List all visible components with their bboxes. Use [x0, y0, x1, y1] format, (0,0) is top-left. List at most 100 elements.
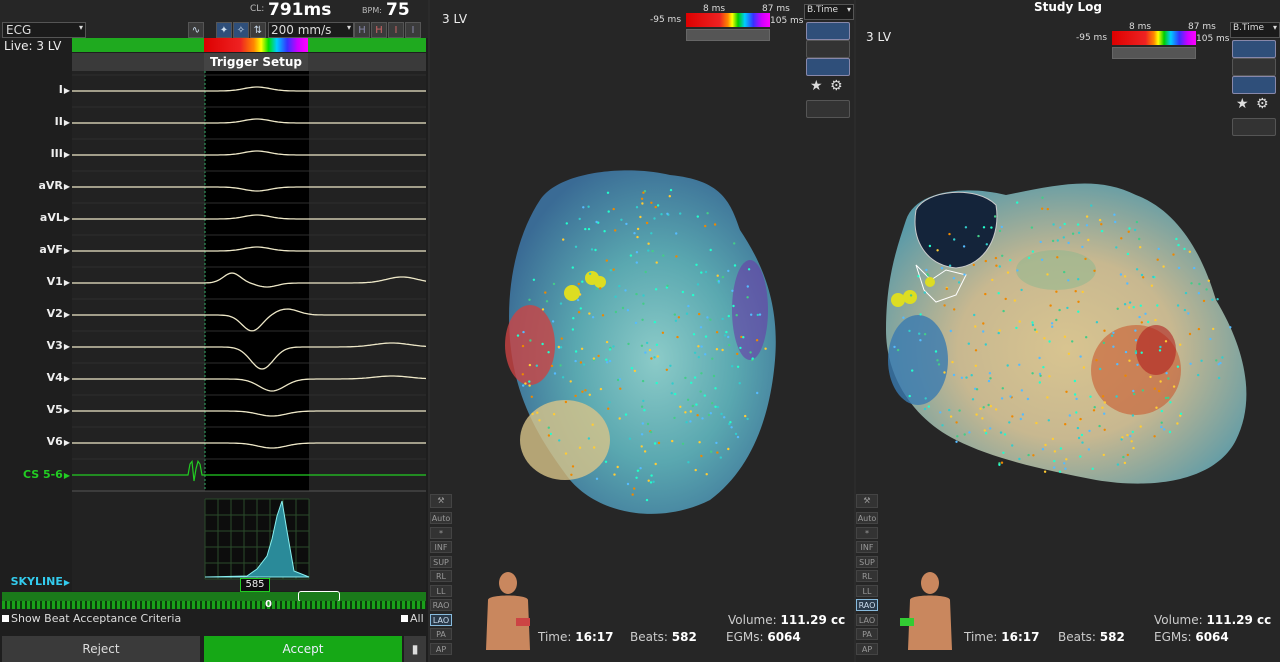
beat-strip-bottom[interactable] — [2, 601, 426, 609]
lead-label-v3[interactable]: V3▶ — [0, 339, 70, 352]
anatomy-map-left[interactable] — [430, 0, 854, 662]
view-button-auto[interactable]: Auto — [856, 512, 878, 524]
speed-select[interactable]: 200 mm/s ▾ — [268, 22, 354, 38]
ablation-tag[interactable] — [903, 290, 917, 304]
view-button-sup[interactable]: SUP — [856, 555, 878, 568]
show-criteria-checkbox[interactable]: Show Beat Acceptance Criteria — [2, 612, 181, 625]
view-button-ap[interactable]: AP — [430, 642, 452, 655]
egm-point — [736, 435, 740, 439]
egm-point — [713, 223, 717, 226]
view-button-rao[interactable]: RAO — [430, 599, 452, 611]
trigger-icon-button[interactable]: ∿ — [188, 22, 204, 38]
view-button-rl[interactable]: RL — [430, 570, 452, 582]
lead-label-i[interactable]: I▶ — [0, 83, 70, 96]
egm-point — [1153, 435, 1156, 438]
accept-button[interactable]: Accept — [204, 636, 402, 662]
reject-button[interactable]: Reject — [2, 636, 200, 662]
egm-point — [936, 249, 939, 252]
volume-value: 111.29 cc — [780, 613, 846, 627]
egm-point — [626, 482, 630, 486]
channel-select[interactable]: ECG ▾ — [2, 22, 86, 38]
checkbox-box[interactable] — [2, 615, 9, 622]
egm-point — [1048, 340, 1051, 343]
lead-label-avf[interactable]: aVF▶ — [0, 243, 70, 256]
caliper-i-button[interactable]: I — [388, 22, 404, 38]
egm-point — [627, 342, 630, 346]
ablation-tag[interactable] — [564, 285, 580, 301]
view-button-rl[interactable]: RL — [856, 570, 878, 582]
lead-label-avr[interactable]: aVR▶ — [0, 179, 70, 192]
view-button-ll[interactable]: LL — [430, 584, 452, 597]
skyline-label[interactable]: SKYLINE▶ — [0, 575, 70, 588]
egm-point — [1077, 231, 1081, 234]
torso-orientation[interactable] — [900, 570, 960, 654]
egm-point — [1080, 433, 1084, 437]
lock-button[interactable]: ▮ — [404, 636, 426, 662]
view-button-sup[interactable]: SUP — [430, 555, 452, 568]
lead-label-v2[interactable]: V2▶ — [0, 307, 70, 320]
lead-cs-label[interactable]: CS 5-6▶ — [0, 468, 70, 481]
egm-point — [709, 248, 712, 252]
arrow-right-icon: ▶ — [63, 578, 70, 587]
map-left-panel[interactable]: 3 LV -95 ms 8 ms 87 ms 105 ms B.Time ▾ ★… — [430, 0, 854, 662]
view-button-inf[interactable]: INF — [856, 541, 878, 553]
view-button-pa[interactable]: PA — [430, 628, 452, 640]
egm-point — [1115, 395, 1118, 398]
caliper-h-red-button[interactable]: H — [371, 22, 387, 38]
egm-point — [689, 410, 692, 413]
lead-label-v1[interactable]: V1▶ — [0, 275, 70, 288]
beat-strip-top[interactable] — [2, 592, 426, 601]
ablation-tag[interactable] — [925, 277, 935, 287]
caliper-h-button[interactable]: H — [354, 22, 370, 38]
egm-point — [642, 294, 645, 297]
view-button-auto[interactable]: Auto — [430, 512, 452, 524]
torso-orientation[interactable] — [478, 570, 538, 654]
egm-point — [941, 424, 944, 427]
view-button-star[interactable]: * — [856, 526, 878, 539]
view-button-star[interactable]: * — [430, 526, 452, 539]
egm-point — [633, 369, 637, 373]
lead-label-v4[interactable]: V4▶ — [0, 371, 70, 384]
caliper-i2-button[interactable]: I — [405, 22, 421, 38]
lead-label-v5[interactable]: V5▶ — [0, 403, 70, 416]
view-button-lao[interactable]: LAO — [430, 613, 452, 626]
egm-point — [1187, 312, 1190, 315]
arrow-right-icon: ▶ — [63, 342, 70, 351]
view-button-ap[interactable]: AP — [856, 642, 878, 655]
cursor-tool-button[interactable]: ✦ — [216, 22, 232, 38]
hammer-icon[interactable]: ⚒ — [430, 494, 452, 508]
lead-label-iii[interactable]: III▶ — [0, 147, 70, 160]
lead-label-ii[interactable]: II▶ — [0, 115, 70, 128]
all-checkbox[interactable]: All — [401, 612, 424, 625]
view-button-pa[interactable]: PA — [856, 628, 878, 640]
lead-label-avl[interactable]: aVL▶ — [0, 211, 70, 224]
lead-name: aVL — [39, 211, 63, 224]
ablation-tag[interactable] — [891, 293, 905, 307]
egm-point — [1176, 304, 1180, 307]
view-button-inf[interactable]: INF — [430, 541, 452, 553]
view-button-lao[interactable]: LAO — [856, 613, 878, 626]
egm-point — [1101, 395, 1105, 398]
egm-point — [952, 277, 956, 280]
egm-point — [1089, 395, 1092, 398]
annotate-tool-button[interactable]: ✧ — [233, 22, 249, 38]
egm-point — [640, 344, 644, 347]
view-button-ll[interactable]: LL — [856, 584, 878, 597]
egm-point — [608, 359, 612, 363]
anatomy-map-right[interactable] — [856, 0, 1280, 662]
lead-label-v6[interactable]: V6▶ — [0, 435, 70, 448]
egm-point — [712, 374, 716, 378]
measure-tool-button[interactable]: ⇅ — [250, 22, 266, 38]
hammer-icon[interactable]: ⚒ — [856, 494, 878, 508]
egm-point — [989, 377, 992, 380]
egm-point — [552, 282, 556, 286]
checkbox-box[interactable] — [401, 615, 408, 622]
egm-point — [536, 411, 539, 414]
view-button-rao[interactable]: RAO — [856, 599, 878, 611]
egm-point — [636, 227, 640, 231]
egm-point — [700, 271, 703, 274]
ablation-tag[interactable] — [594, 276, 606, 288]
egm-point — [691, 293, 695, 297]
map-right-panel[interactable]: Study Log 3 LV -95 ms 8 ms 87 ms 105 ms … — [856, 0, 1280, 662]
egm-point — [928, 244, 932, 248]
